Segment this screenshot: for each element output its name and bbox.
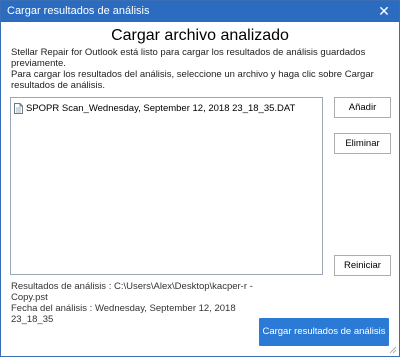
remove-button[interactable]: Eliminar [334, 133, 391, 154]
description-line: Para cargar los resultados del análisis,… [11, 69, 374, 80]
dialog-heading: Cargar archivo analizado [111, 27, 289, 44]
dialog-description: Stellar Repair for Outlook está listo pa… [11, 47, 381, 91]
file-list[interactable]: SPOPR Scan_Wednesday, September 12, 2018… [10, 97, 323, 275]
load-results-button[interactable]: Cargar resultados de análisis [259, 318, 389, 346]
list-item[interactable]: SPOPR Scan_Wednesday, September 12, 2018… [14, 101, 295, 115]
dialog-window: Cargar resultados de análisis ✕ Cargar a… [0, 0, 400, 357]
results-path-continued: Copy.pst [11, 292, 48, 303]
window-title: Cargar resultados de análisis [7, 5, 150, 17]
analysis-date: Fecha del análisis : Wednesday, Septembe… [11, 303, 236, 325]
analysis-results-info: Resultados de análisis : C:\Users\Alex\D… [11, 281, 261, 325]
description-line: Stellar Repair for Outlook está listo pa… [11, 47, 366, 58]
resize-grip-icon[interactable] [389, 346, 397, 354]
add-button[interactable]: Añadir [334, 97, 391, 118]
title-bar[interactable]: Cargar resultados de análisis ✕ [1, 1, 399, 22]
close-icon[interactable]: ✕ [375, 2, 393, 20]
document-icon [14, 102, 23, 114]
description-line: resultados de análisis. [11, 80, 105, 91]
reset-button[interactable]: Reiniciar [334, 255, 391, 276]
results-path: Resultados de análisis : C:\Users\Alex\D… [11, 281, 253, 292]
description-line: previamente. [11, 58, 66, 69]
file-name: SPOPR Scan_Wednesday, September 12, 2018… [26, 102, 296, 114]
